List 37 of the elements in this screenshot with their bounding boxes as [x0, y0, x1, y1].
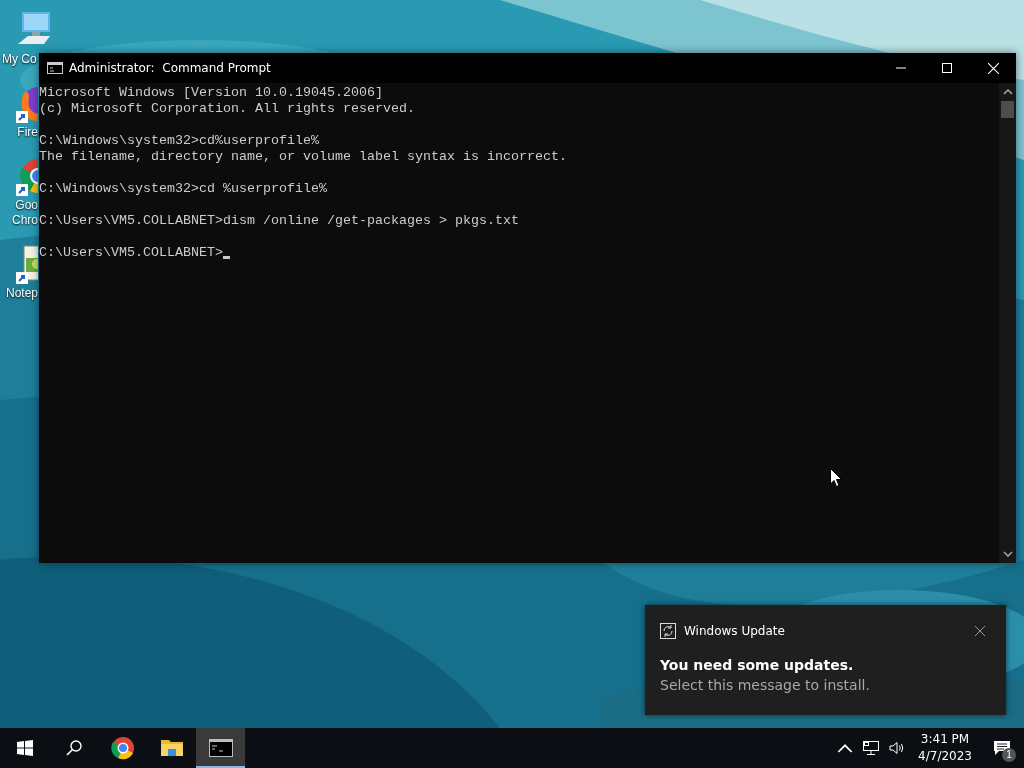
console-line: C:\Windows\system32>cd %userprofile% [39, 181, 327, 197]
taskbar-app-button[interactable] [196, 728, 245, 768]
icon-label: Fire [17, 125, 38, 140]
close-icon [987, 62, 999, 74]
notification-message: Select this message to install. [660, 676, 871, 695]
scroll-thumb[interactable] [1001, 101, 1014, 118]
maximize-icon [942, 63, 952, 73]
console-line: C:\Users\VM5.COLLABNET>dism /online /get-packages > pkgs.txt [39, 213, 519, 229]
update-icon [660, 623, 676, 639]
chrome-icon [110, 736, 135, 760]
console-line: The filename, directory name, or volume label syntax is incorrect. [39, 149, 567, 165]
notification-app-name: Windows Update [684, 624, 786, 638]
clock[interactable]: 3:41 PM 4/7/2023 [910, 731, 980, 765]
window-title: Administrator: Command Prompt [69, 61, 272, 75]
console-line: C:\Users\VM5.COLLABNET> [39, 245, 223, 261]
speaker-icon[interactable] [889, 741, 906, 755]
network-icon[interactable] [863, 741, 880, 755]
terminal-icon [208, 736, 233, 760]
text-cursor [222, 256, 230, 259]
windows-logo-icon [16, 740, 33, 756]
icon-label: Goo Chro [12, 198, 38, 228]
close-icon[interactable] [975, 626, 985, 636]
notification-title: You need some updates. [660, 656, 855, 675]
scroll-down-icon[interactable] [1002, 551, 1013, 557]
action-center-button[interactable]: 1 [980, 728, 1024, 768]
console-line: C:\Windows\system32>cd%userprofile% [39, 133, 319, 149]
search-icon [65, 740, 82, 756]
icon-label: My Co [1, 52, 37, 67]
notification-card[interactable]: Windows Update You need some updates. Select this message to install. [645, 605, 1006, 715]
console-line: Microsoft Windows [Version 10.0.19045.2006] [39, 85, 383, 101]
scroll-up-icon[interactable] [1002, 89, 1013, 95]
mouse-pointer-icon [830, 468, 842, 487]
terminal-icon [47, 62, 63, 74]
scrollbar[interactable] [999, 83, 1016, 563]
notification-count: 1 [1002, 748, 1016, 762]
console-line: (c) Microsoft Corporation. All rights reserved. [39, 101, 415, 117]
icon-label: Notep [5, 286, 38, 301]
